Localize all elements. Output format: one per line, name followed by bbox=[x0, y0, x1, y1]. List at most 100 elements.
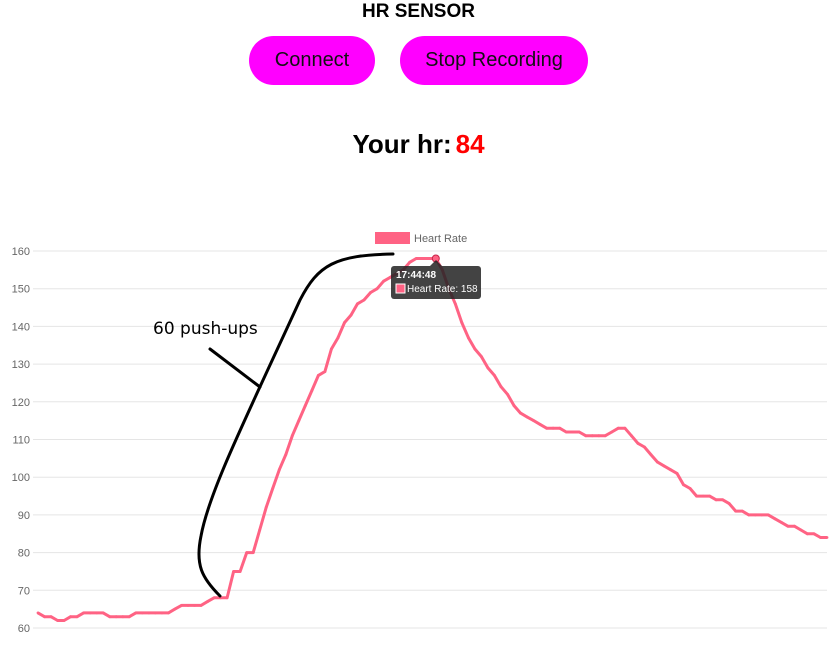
data-point[interactable] bbox=[669, 468, 672, 472]
data-point[interactable] bbox=[193, 604, 196, 607]
data-point[interactable] bbox=[597, 434, 601, 438]
data-point[interactable] bbox=[603, 434, 607, 438]
data-point[interactable] bbox=[427, 257, 431, 260]
data-point[interactable] bbox=[258, 528, 262, 532]
data-point[interactable] bbox=[297, 419, 301, 422]
data-point[interactable] bbox=[740, 509, 744, 513]
data-point[interactable] bbox=[225, 596, 229, 600]
data-point[interactable] bbox=[290, 434, 294, 438]
data-point[interactable] bbox=[414, 257, 418, 260]
data-point[interactable] bbox=[251, 551, 255, 554]
data-point[interactable] bbox=[532, 419, 535, 422]
data-point[interactable] bbox=[812, 532, 816, 536]
data-point[interactable] bbox=[75, 615, 79, 619]
data-point[interactable] bbox=[473, 347, 477, 351]
data-point[interactable] bbox=[199, 604, 203, 607]
data-point[interactable] bbox=[310, 389, 314, 392]
data-point[interactable] bbox=[245, 551, 249, 554]
data-point[interactable] bbox=[69, 615, 72, 619]
data-point[interactable] bbox=[493, 374, 496, 377]
data-point[interactable] bbox=[323, 370, 327, 373]
data-point[interactable] bbox=[512, 404, 516, 407]
data-point[interactable] bbox=[56, 619, 59, 622]
data-point[interactable] bbox=[806, 532, 809, 536]
data-point[interactable] bbox=[343, 321, 346, 324]
data-point[interactable] bbox=[49, 615, 53, 619]
data-point[interactable] bbox=[82, 611, 85, 615]
data-point[interactable] bbox=[538, 423, 542, 426]
data-point[interactable] bbox=[623, 426, 627, 430]
data-point[interactable] bbox=[610, 430, 614, 434]
data-point[interactable] bbox=[584, 434, 588, 438]
data-point[interactable] bbox=[793, 524, 796, 528]
data-point[interactable] bbox=[558, 426, 562, 430]
data-point[interactable] bbox=[212, 596, 216, 600]
data-point[interactable] bbox=[375, 287, 379, 291]
data-point[interactable] bbox=[108, 615, 112, 619]
data-point[interactable] bbox=[551, 426, 555, 430]
data-point[interactable] bbox=[649, 453, 653, 456]
data-point[interactable] bbox=[636, 441, 640, 445]
data-point[interactable] bbox=[780, 521, 783, 524]
data-point[interactable] bbox=[675, 472, 679, 475]
data-point[interactable] bbox=[180, 604, 183, 607]
data-point[interactable] bbox=[460, 321, 464, 324]
data-point[interactable] bbox=[766, 513, 770, 517]
data-point[interactable] bbox=[303, 404, 307, 407]
data-point[interactable] bbox=[564, 430, 568, 434]
data-point[interactable] bbox=[656, 460, 659, 464]
data-point[interactable] bbox=[134, 611, 138, 615]
data-point[interactable] bbox=[127, 615, 131, 619]
data-point[interactable] bbox=[630, 434, 633, 438]
data-point[interactable] bbox=[590, 434, 594, 438]
data-point[interactable] bbox=[499, 385, 503, 389]
data-point[interactable] bbox=[317, 374, 320, 377]
data-point[interactable] bbox=[277, 468, 281, 472]
data-point[interactable] bbox=[721, 498, 725, 502]
data-point[interactable] bbox=[506, 392, 509, 396]
data-point[interactable] bbox=[238, 570, 242, 573]
data-point[interactable] bbox=[43, 615, 46, 619]
stop-recording-button[interactable]: Stop Recording bbox=[400, 36, 588, 85]
data-point[interactable] bbox=[525, 415, 529, 419]
data-point[interactable] bbox=[369, 291, 372, 294]
data-point[interactable] bbox=[264, 506, 268, 509]
data-point[interactable] bbox=[408, 260, 412, 264]
data-point[interactable] bbox=[819, 536, 822, 539]
data-point[interactable] bbox=[271, 487, 275, 490]
data-point[interactable] bbox=[362, 298, 366, 302]
data-point[interactable] bbox=[662, 464, 666, 468]
data-point[interactable] bbox=[682, 483, 685, 487]
data-point[interactable] bbox=[773, 517, 777, 521]
data-point[interactable] bbox=[753, 513, 757, 517]
data-point[interactable] bbox=[453, 302, 457, 306]
data-point[interactable] bbox=[616, 426, 620, 430]
data-point[interactable] bbox=[173, 607, 177, 611]
data-point[interactable] bbox=[356, 302, 359, 306]
data-point[interactable] bbox=[786, 524, 790, 528]
data-point[interactable] bbox=[186, 604, 190, 607]
data-point[interactable] bbox=[232, 570, 236, 573]
data-point[interactable] bbox=[36, 611, 40, 615]
data-point[interactable] bbox=[760, 513, 764, 517]
data-point[interactable] bbox=[147, 611, 151, 615]
data-point[interactable] bbox=[486, 366, 490, 370]
data-point[interactable] bbox=[421, 257, 425, 260]
data-point[interactable] bbox=[714, 498, 718, 502]
data-point[interactable] bbox=[688, 487, 692, 490]
data-point[interactable] bbox=[382, 279, 385, 283]
data-point[interactable] bbox=[577, 430, 581, 434]
data-point[interactable] bbox=[825, 536, 829, 539]
data-point[interactable] bbox=[695, 494, 698, 498]
data-point[interactable] bbox=[643, 445, 646, 449]
data-point[interactable] bbox=[154, 611, 157, 615]
data-point[interactable] bbox=[467, 336, 470, 340]
connect-button[interactable]: Connect bbox=[249, 36, 375, 85]
data-point[interactable] bbox=[114, 615, 118, 619]
data-point[interactable] bbox=[708, 494, 711, 498]
data-point[interactable] bbox=[727, 502, 731, 505]
data-point[interactable] bbox=[206, 600, 209, 603]
data-point[interactable] bbox=[121, 615, 125, 619]
data-point[interactable] bbox=[336, 336, 340, 340]
data-point[interactable] bbox=[747, 513, 751, 517]
